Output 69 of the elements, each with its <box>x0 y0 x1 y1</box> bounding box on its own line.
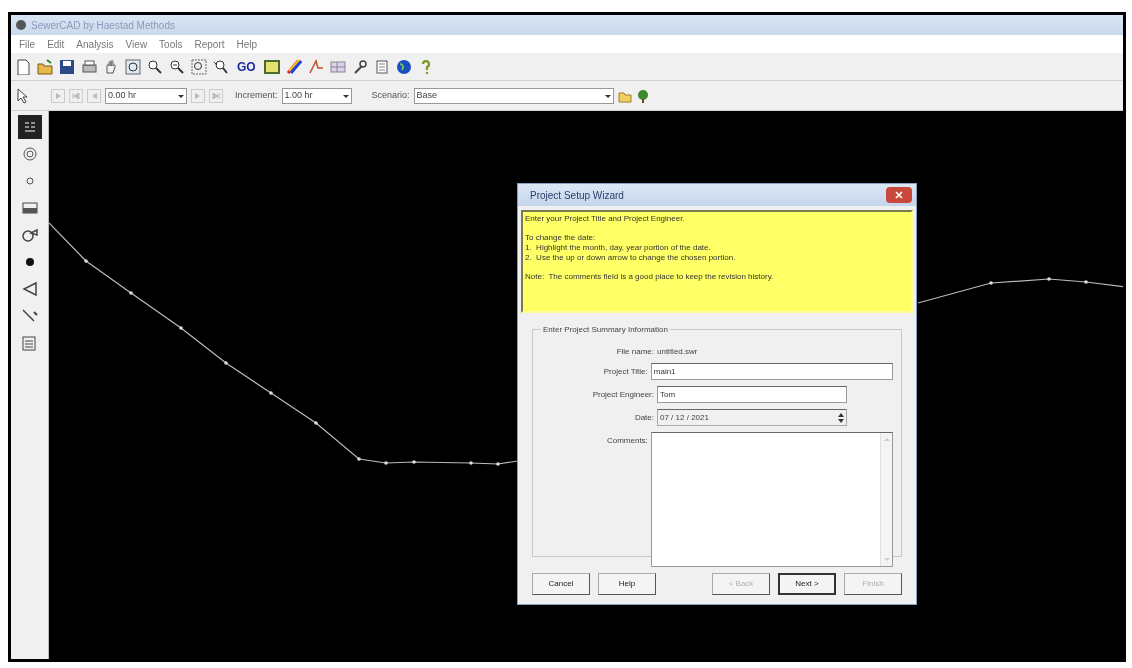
fast-forward-icon <box>212 91 220 100</box>
scroll-up-icon <box>883 437 890 441</box>
menu-item[interactable]: Help <box>236 36 258 52</box>
scenario-dropdown[interactable]: Base <box>413 87 614 104</box>
field-label: Date: <box>633 412 655 424</box>
dialog-button[interactable]: Next > <box>778 573 836 595</box>
close-icon <box>895 191 903 199</box>
zoom-window-icon[interactable] <box>191 58 207 75</box>
new-file-icon[interactable] <box>15 58 31 75</box>
select-pointer-icon[interactable] <box>15 87 29 104</box>
open-folder-icon[interactable] <box>37 58 53 75</box>
menu-item[interactable]: Analysis <box>76 36 114 52</box>
menu-item[interactable]: Edit <box>47 36 65 52</box>
close-button[interactable] <box>886 187 912 203</box>
help-text: Enter your Project Title and Project Engineer. <box>525 214 686 224</box>
field-label: Comments: <box>605 435 649 447</box>
file-name-value: untitled.swr <box>657 346 698 358</box>
zoom-extents-icon[interactable] <box>125 58 141 75</box>
spinner-arrows-icon <box>838 411 844 424</box>
window-icon[interactable] <box>263 58 280 75</box>
text-field[interactable]: Tom <box>657 386 847 403</box>
zoom-in-icon[interactable] <box>147 58 163 75</box>
play-icon <box>54 91 62 100</box>
scroll-down-icon <box>883 558 890 562</box>
go-button[interactable]: GO <box>235 57 258 76</box>
field-label: File name: <box>615 346 655 358</box>
dialog-button[interactable]: Cancel <box>532 573 590 595</box>
scenario-tree-icon[interactable] <box>635 88 650 103</box>
save-icon[interactable] <box>59 58 75 75</box>
group-title: Enter Project Summary Information <box>541 324 670 336</box>
zoom-previous-icon[interactable] <box>213 58 229 75</box>
outlet-icon <box>20 280 39 298</box>
report-icon[interactable] <box>373 58 390 75</box>
help-text: 2. Use the up or down arrow to change the chosen portion. <box>525 253 737 263</box>
dialog-button[interactable]: Help <box>598 573 656 595</box>
app-icon <box>15 19 27 31</box>
menu-item[interactable]: Report <box>194 36 225 52</box>
help-text: Note: The comments field is a good place to keep the revision history. <box>525 272 775 282</box>
field-label: Project Title: <box>602 366 649 378</box>
step-forward-icon <box>194 91 202 100</box>
menu-item[interactable]: View <box>125 36 148 52</box>
scenario-label: Scenario: <box>371 88 410 102</box>
comments-field[interactable] <box>650 432 893 567</box>
palette-tool[interactable] <box>17 115 42 139</box>
step-back-icon <box>90 91 98 100</box>
text-field[interactable]: main1 <box>650 363 893 380</box>
date-picker[interactable]: 07 / 12 / 2021 <box>657 409 847 426</box>
window-title: SewerCAD by Haestad Methods <box>31 18 175 33</box>
field-label: Project Engineer: <box>591 389 655 401</box>
scrollbar[interactable] <box>880 433 892 566</box>
time-combo[interactable]: 0.00 hr <box>105 87 187 104</box>
globe-icon[interactable] <box>395 58 412 75</box>
zoom-out-icon[interactable] <box>169 58 185 75</box>
menu-item[interactable]: File <box>19 36 36 52</box>
print-icon[interactable] <box>81 58 97 75</box>
help-text: 1. Highlight the month, day, year portion of the date. <box>525 243 712 253</box>
menu-item[interactable]: Tools <box>159 36 183 52</box>
increment-combo[interactable]: 1.00 hr <box>281 87 352 104</box>
help-text: To change the date: <box>525 233 597 243</box>
pump-icon <box>20 226 39 244</box>
report-tool-icon <box>20 334 39 352</box>
increment-label: Increment: <box>235 88 278 102</box>
color-coding-icon[interactable] <box>285 58 302 75</box>
date-value: 07 / 12 / 2021 <box>660 411 709 424</box>
wet-well-icon <box>20 199 39 217</box>
rewind-icon <box>72 91 80 100</box>
dialog-title: Project Setup Wizard <box>530 188 624 203</box>
manhole-icon <box>20 145 39 163</box>
pan-hand-icon[interactable] <box>103 58 119 75</box>
